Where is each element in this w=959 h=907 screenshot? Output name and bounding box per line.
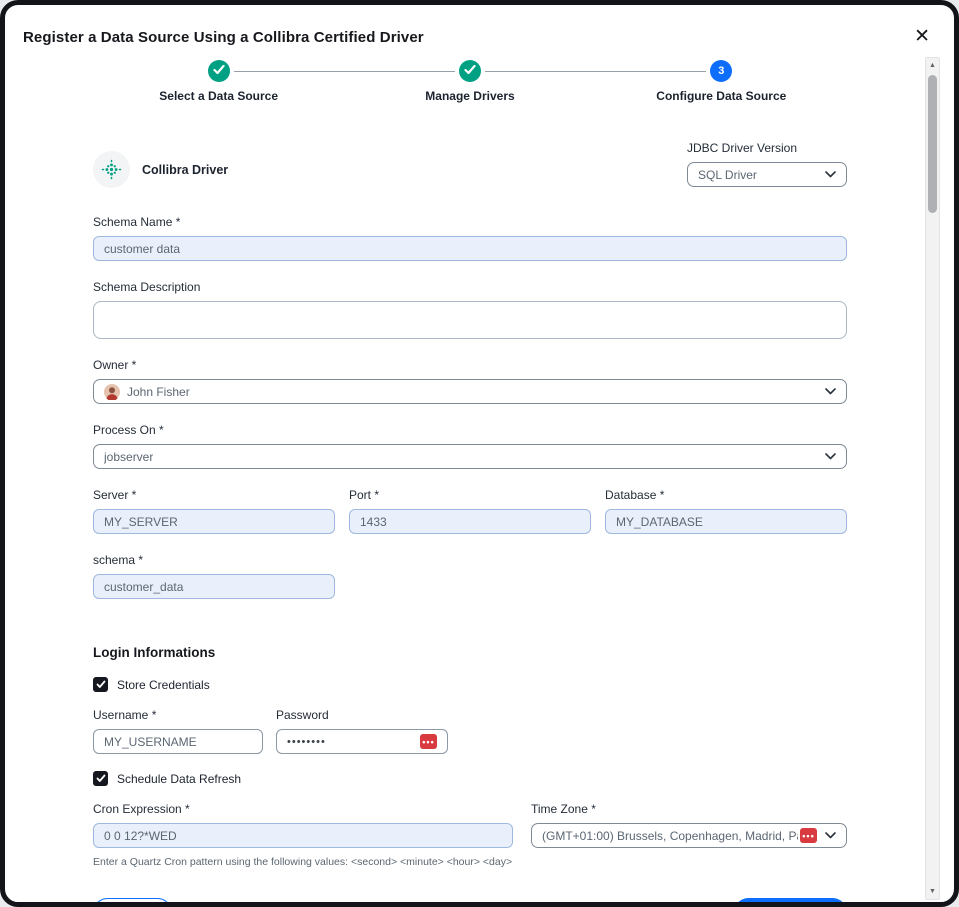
scroll-up-icon[interactable]: ▲ (929, 58, 936, 73)
password-label: Password (276, 708, 448, 722)
schema-description-input[interactable] (93, 301, 847, 339)
driver-identity: Collibra Driver (93, 151, 228, 188)
cron-help-text: Enter a Quartz Cron pattern using the fo… (93, 856, 513, 868)
driver-name: Collibra Driver (142, 163, 228, 177)
chevron-down-icon (825, 171, 836, 178)
database-label: Database * (605, 488, 847, 502)
cron-expression-label: Cron Expression * (93, 802, 513, 816)
schema-name-input[interactable]: customer data (93, 236, 847, 261)
connection-row: Server * MY_SERVER Port * 1433 Database … (93, 488, 847, 534)
owner-avatar (104, 384, 120, 400)
collibra-logo-icon (93, 151, 130, 188)
schema-input[interactable]: customer_data (93, 574, 335, 599)
username-input[interactable]: MY_USERNAME (93, 729, 263, 754)
schema-field: schema * customer_data (93, 553, 847, 599)
timezone-label: Time Zone * (531, 802, 847, 816)
owner-select[interactable]: John Fisher (93, 379, 847, 404)
port-label: Port * (349, 488, 591, 502)
database-input[interactable]: MY_DATABASE (605, 509, 847, 534)
schema-label: schema * (93, 553, 847, 567)
modal-header: Register a Data Source Using a Collibra … (5, 5, 954, 46)
register-data-source-modal: Register a Data Source Using a Collibra … (0, 0, 959, 907)
schedule-refresh-checkbox[interactable]: Schedule Data Refresh (93, 771, 847, 786)
port-input[interactable]: 1433 (349, 509, 591, 534)
scroll-down-icon[interactable]: ▼ (929, 884, 936, 899)
password-manager-icon[interactable]: ••• (420, 734, 437, 749)
jdbc-version-label: JDBC Driver Version (687, 141, 847, 155)
step-configure-data-source[interactable]: 3 Configure Data Source (596, 60, 847, 103)
step-label: Select a Data Source (159, 89, 278, 103)
stepper: Select a Data Source Manage Drivers 3 Co… (93, 60, 847, 103)
store-credentials-checkbox[interactable]: Store Credentials (93, 677, 847, 692)
schema-description-label: Schema Description (93, 280, 847, 294)
jdbc-version-select[interactable]: SQL Driver (687, 162, 847, 187)
database-field: Database * MY_DATABASE (605, 488, 847, 534)
password-input[interactable]: •••••••• ••• (276, 729, 448, 754)
owner-field: Owner * John Fisher (93, 358, 847, 404)
schedule-row: Cron Expression * 0 0 12?*WED Enter a Qu… (93, 802, 847, 868)
modal-title: Register a Data Source Using a Collibra … (23, 29, 930, 46)
server-input[interactable]: MY_SERVER (93, 509, 335, 534)
modal-footer: ← Back Save & Create (93, 898, 847, 907)
port-field: Port * 1433 (349, 488, 591, 534)
server-field: Server * MY_SERVER (93, 488, 335, 534)
process-on-field: Process On * jobserver (93, 423, 847, 469)
chevron-down-icon (825, 388, 836, 395)
credentials-row: Username * MY_USERNAME Password ••••••••… (93, 708, 847, 754)
store-credentials-label: Store Credentials (117, 678, 210, 692)
schema-name-label: Schema Name * (93, 215, 847, 229)
checkbox-checked-icon (93, 771, 108, 786)
timezone-select[interactable]: (GMT+01:00) Brussels, Copenhagen, Madrid… (531, 823, 847, 848)
step-complete-badge (208, 60, 230, 82)
close-icon[interactable]: ✕ (914, 27, 930, 46)
form-content: Collibra Driver JDBC Driver Version SQL … (93, 141, 847, 907)
username-field: Username * MY_USERNAME (93, 708, 263, 754)
cron-expression-field: Cron Expression * 0 0 12?*WED Enter a Qu… (93, 802, 513, 868)
driver-row: Collibra Driver JDBC Driver Version SQL … (93, 141, 847, 188)
owner-label: Owner * (93, 358, 847, 372)
checkbox-checked-icon (93, 677, 108, 692)
scrollbar-thumb[interactable] (928, 75, 937, 213)
timezone-field: Time Zone * (GMT+01:00) Brussels, Copenh… (531, 802, 847, 868)
step-complete-badge (459, 60, 481, 82)
password-manager-icon[interactable]: ••• (800, 828, 817, 843)
step-connector-line (234, 71, 455, 72)
step-connector-line (485, 71, 706, 72)
jdbc-version-block: JDBC Driver Version SQL Driver (687, 141, 847, 187)
chevron-down-icon (825, 832, 836, 839)
process-on-label: Process On * (93, 423, 847, 437)
save-create-button[interactable]: Save & Create (734, 898, 847, 907)
step-manage-drivers[interactable]: Manage Drivers (344, 60, 595, 103)
server-label: Server * (93, 488, 335, 502)
owner-value: John Fisher (127, 385, 190, 399)
check-icon (213, 65, 225, 78)
step-label: Manage Drivers (425, 89, 514, 103)
scrollbar[interactable]: ▲ ▼ (925, 57, 940, 900)
cron-expression-input[interactable]: 0 0 12?*WED (93, 823, 513, 848)
password-field: Password •••••••• ••• (276, 708, 448, 754)
step-select-data-source[interactable]: Select a Data Source (93, 60, 344, 103)
login-section-title: Login Informations (93, 645, 847, 660)
back-button[interactable]: ← Back (93, 898, 172, 907)
check-icon (464, 65, 476, 78)
step-number-badge: 3 (710, 60, 732, 82)
chevron-down-icon (825, 453, 836, 460)
schema-description-field: Schema Description (93, 280, 847, 339)
step-label: Configure Data Source (656, 89, 786, 103)
process-on-select[interactable]: jobserver (93, 444, 847, 469)
schedule-refresh-label: Schedule Data Refresh (117, 772, 241, 786)
schema-name-field: Schema Name * customer data (93, 215, 847, 261)
username-label: Username * (93, 708, 263, 722)
